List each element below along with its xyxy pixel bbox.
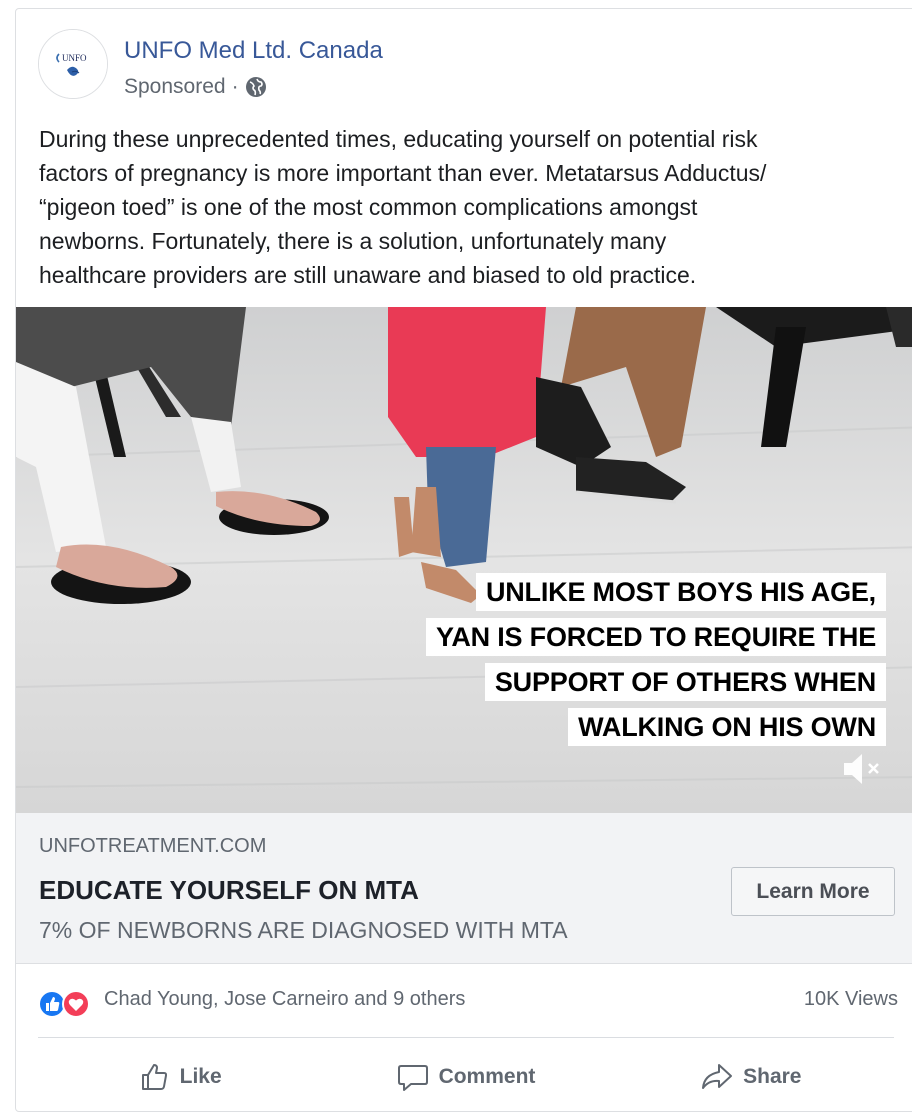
love-reaction-icon — [62, 990, 90, 1018]
link-preview-panel[interactable]: UNFOTREATMENT.COM EDUCATE YOURSELF ON MT… — [16, 813, 912, 964]
post-actions-bar: Like Comment Share — [38, 1049, 894, 1105]
comment-button[interactable]: Comment — [323, 1049, 608, 1105]
reactions-summary-link[interactable]: Chad Young, Jose Carneiro and 9 others — [104, 988, 465, 1011]
share-arrow-icon — [702, 1064, 733, 1089]
comment-label: Comment — [438, 1065, 536, 1088]
reaction-icons[interactable] — [38, 989, 98, 1019]
like-reaction-icon — [38, 990, 66, 1018]
post-header: UNFO UNFO Med Ltd. Canada Sponsored · — [38, 29, 898, 109]
sponsored-label: Sponsored · — [124, 75, 267, 99]
reaction-stats-bar: Chad Young, Jose Carneiro and 9 others 1… — [38, 984, 898, 1018]
post-body-text: During these unprecedented times, educat… — [39, 126, 767, 288]
link-domain: UNFOTREATMENT.COM — [39, 835, 267, 857]
like-label: Like — [179, 1065, 222, 1088]
caption-line-4: WALKING ON HIS OWN — [568, 708, 886, 746]
caption-line-1: UNLIKE MOST BOYS HIS AGE, — [475, 573, 886, 611]
separator-dot: · — [231, 75, 239, 98]
sponsored-text[interactable]: Sponsored — [124, 75, 226, 99]
learn-more-button[interactable]: Learn More — [731, 867, 895, 916]
link-description: 7% OF NEWBORNS ARE DIAGNOSED WITH MTA — [39, 917, 568, 943]
page-name-link[interactable]: UNFO Med Ltd. Canada — [124, 37, 383, 65]
unfo-logo-icon: UNFO — [39, 30, 107, 98]
comment-bubble-icon — [397, 1065, 428, 1091]
share-button[interactable]: Share — [609, 1049, 894, 1105]
video-caption-overlay: UNLIKE MOST BOYS HIS AGE, YAN IS FORCED … — [426, 573, 886, 753]
caption-line-2: YAN IS FORCED TO REQUIRE THE — [426, 618, 886, 656]
views-count: 10K Views — [803, 988, 898, 1010]
svg-text:UNFO: UNFO — [62, 53, 87, 63]
video-player[interactable]: UNLIKE MOST BOYS HIS AGE, YAN IS FORCED … — [16, 307, 912, 813]
page-avatar[interactable]: UNFO — [38, 29, 108, 99]
thumbs-up-icon — [141, 1064, 167, 1090]
like-button[interactable]: Like — [38, 1049, 323, 1105]
share-label: Share — [743, 1065, 802, 1088]
globe-icon[interactable] — [245, 76, 267, 98]
mute-icon[interactable] — [842, 751, 882, 787]
caption-line-3: SUPPORT OF OTHERS WHEN — [484, 663, 886, 701]
link-headline[interactable]: EDUCATE YOURSELF ON MTA — [39, 875, 419, 906]
actions-divider — [38, 1037, 894, 1038]
sponsored-post-card: UNFO UNFO Med Ltd. Canada Sponsored · Du… — [15, 8, 912, 1112]
